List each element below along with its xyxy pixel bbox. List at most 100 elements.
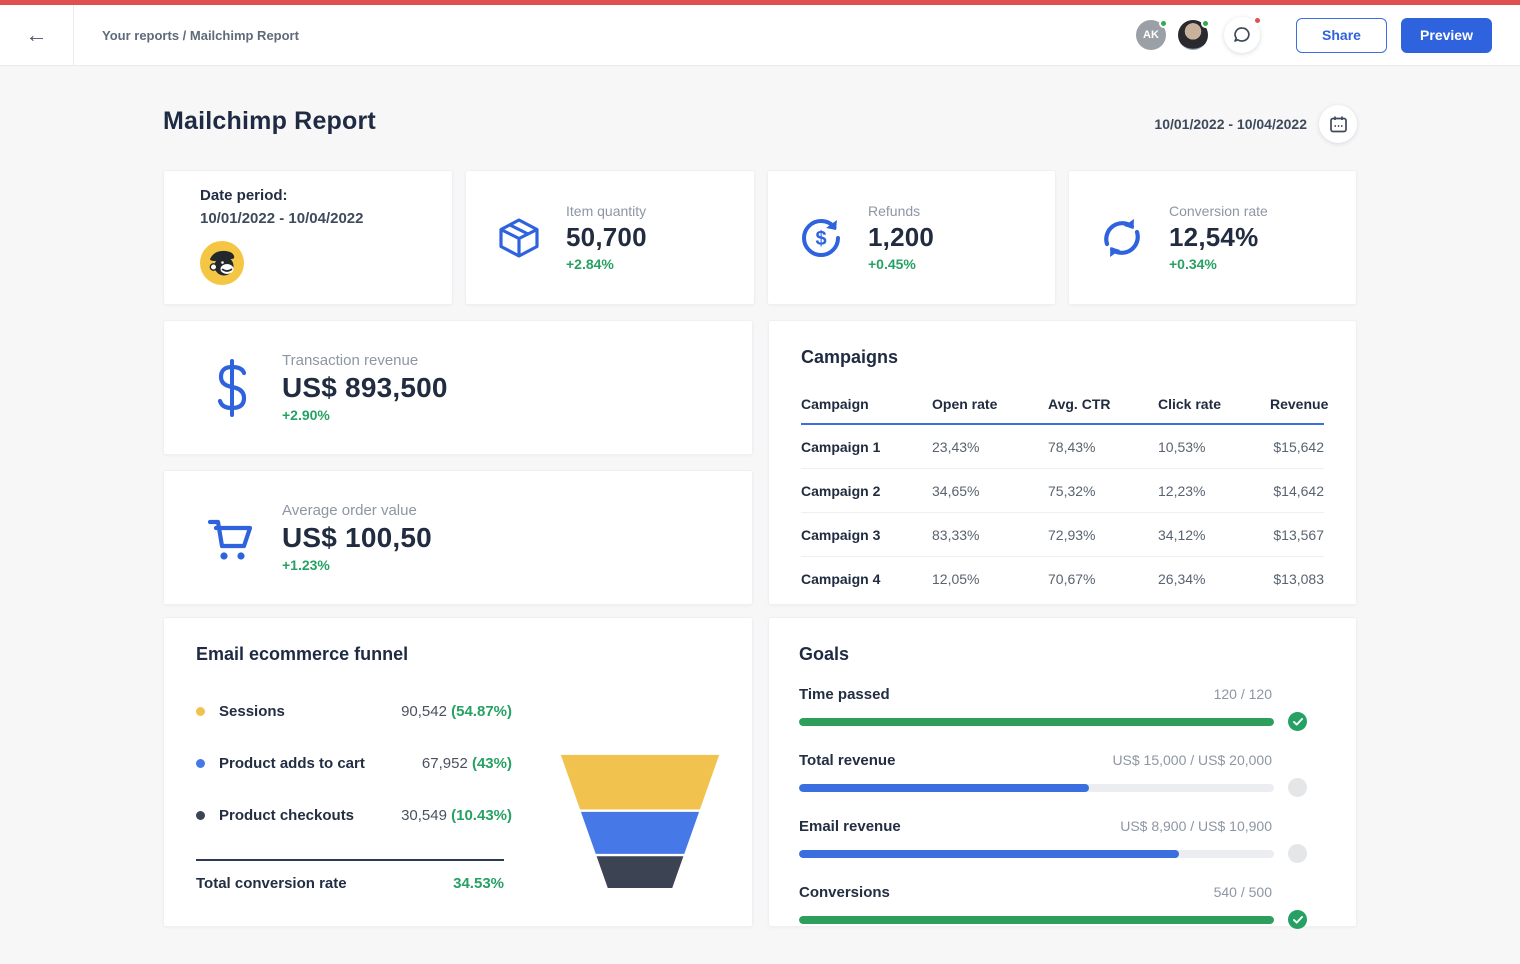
avg-ctr-value: 72,93% bbox=[1048, 513, 1158, 557]
kpi-value: 50,700 bbox=[566, 222, 647, 253]
progress-track bbox=[799, 850, 1274, 858]
share-button[interactable]: Share bbox=[1296, 18, 1387, 53]
funnel-segment-adds-to-cart[interactable] bbox=[581, 812, 699, 854]
revenue-value: $13,567 bbox=[1270, 513, 1324, 557]
goal-value: US$ 8,900 / US$ 10,900 bbox=[1120, 818, 1272, 834]
funnel-segment-sessions[interactable] bbox=[561, 755, 719, 810]
table-row[interactable]: Campaign 3 83,33% 72,93% 34,12% $13,567 bbox=[801, 513, 1324, 557]
date-period-card: Date period: 10/01/2022 - 10/04/2022 bbox=[163, 170, 453, 305]
campaigns-title: Campaigns bbox=[801, 347, 1324, 368]
goal-label: Conversions bbox=[799, 884, 890, 901]
chat-button[interactable] bbox=[1224, 17, 1260, 53]
avatar-initials-text: AK bbox=[1143, 29, 1159, 41]
goals-title: Goals bbox=[799, 644, 1324, 665]
kpi-value: 1,200 bbox=[868, 222, 934, 253]
click-rate-value: 26,34% bbox=[1158, 557, 1270, 601]
total-divider bbox=[196, 859, 504, 861]
kpi-delta: +2.84% bbox=[566, 256, 647, 272]
date-range-text: 10/01/2022 - 10/04/2022 bbox=[1154, 116, 1307, 132]
avg-ctr-value: 70,67% bbox=[1048, 557, 1158, 601]
kpi-value: US$ 893,500 bbox=[282, 372, 448, 404]
column-header-click-rate[interactable]: Click rate bbox=[1158, 386, 1270, 424]
progress-fill bbox=[799, 784, 1089, 792]
refund-icon: $ bbox=[796, 214, 846, 262]
progress-track bbox=[799, 718, 1274, 726]
sessions-dot-icon bbox=[196, 707, 205, 716]
column-header-campaign[interactable]: Campaign bbox=[801, 386, 932, 424]
goal-label: Total revenue bbox=[799, 752, 895, 769]
adds-to-cart-dot-icon bbox=[196, 759, 205, 768]
column-header-avg-ctr[interactable]: Avg. CTR bbox=[1048, 386, 1158, 424]
list-item: Product adds to cart 67,952 (43%) bbox=[196, 755, 512, 772]
open-rate-value: 34,65% bbox=[932, 469, 1048, 513]
table-row[interactable]: Campaign 4 12,05% 70,67% 26,34% $13,083 bbox=[801, 557, 1324, 601]
back-button[interactable]: ← bbox=[0, 5, 74, 65]
avatar-initials[interactable]: AK bbox=[1136, 20, 1166, 50]
progress-fill bbox=[799, 718, 1274, 726]
open-rate-value: 23,43% bbox=[932, 424, 1048, 469]
funnel-chart bbox=[560, 737, 720, 909]
legend-value: 90,542 (54.87%) bbox=[401, 703, 512, 720]
revenue-value: $15,642 bbox=[1270, 424, 1324, 469]
column-header-revenue[interactable]: Revenue bbox=[1270, 386, 1324, 424]
column-header-open-rate[interactable]: Open rate bbox=[932, 386, 1048, 424]
transaction-revenue-card: Transaction revenue US$ 893,500 +2.90% bbox=[163, 320, 753, 455]
click-rate-value: 34,12% bbox=[1158, 513, 1270, 557]
open-rate-value: 12,05% bbox=[932, 557, 1048, 601]
top-bar: ← Your reports / Mailchimp Report AK Sha… bbox=[0, 5, 1520, 66]
campaign-name: Campaign 3 bbox=[801, 513, 932, 557]
table-row[interactable]: Campaign 1 23,43% 78,43% 10,53% $15,642 bbox=[801, 424, 1324, 469]
list-item: Product checkouts 30,549 (10.43%) bbox=[196, 807, 512, 824]
goal-item: Time passed 120 / 120 bbox=[799, 686, 1324, 731]
goal-item: Email revenue US$ 8,900 / US$ 10,900 bbox=[799, 818, 1324, 863]
preview-button[interactable]: Preview bbox=[1401, 18, 1492, 53]
kpi-value: US$ 100,50 bbox=[282, 522, 432, 554]
kpi-label: Refunds bbox=[868, 203, 934, 219]
goal-label: Email revenue bbox=[799, 818, 901, 835]
package-icon bbox=[494, 214, 544, 262]
calendar-button[interactable] bbox=[1319, 105, 1357, 143]
goal-label: Time passed bbox=[799, 686, 890, 703]
progress-track bbox=[799, 916, 1274, 924]
click-rate-value: 12,23% bbox=[1158, 469, 1270, 513]
goal-check-icon bbox=[1288, 712, 1307, 731]
open-rate-value: 83,33% bbox=[932, 513, 1048, 557]
kpi-label: Conversion rate bbox=[1169, 203, 1268, 219]
breadcrumb: Your reports / Mailchimp Report bbox=[102, 28, 299, 43]
legend-value: 67,952 (43%) bbox=[422, 755, 512, 772]
avatar-photo[interactable] bbox=[1178, 20, 1208, 50]
click-rate-value: 10,53% bbox=[1158, 424, 1270, 469]
goal-pending-icon bbox=[1288, 778, 1307, 797]
kpi-label: Transaction revenue bbox=[282, 352, 448, 369]
progress-fill bbox=[799, 916, 1274, 924]
revenue-value: $14,642 bbox=[1270, 469, 1324, 513]
chat-bubble-icon bbox=[1232, 25, 1252, 45]
dollar-icon bbox=[204, 359, 260, 417]
goal-value: 540 / 500 bbox=[1214, 884, 1272, 900]
campaigns-card: Campaigns Campaign Open rate Avg. CTR Cl… bbox=[768, 320, 1357, 605]
legend-label: Product checkouts bbox=[219, 807, 354, 824]
legend-value: 30,549 (10.43%) bbox=[401, 807, 512, 824]
progress-track bbox=[799, 784, 1274, 792]
goal-item: Total revenue US$ 15,000 / US$ 20,000 bbox=[799, 752, 1324, 797]
top-accent-strip bbox=[0, 0, 1520, 5]
table-row[interactable]: Campaign 2 34,65% 75,32% 12,23% $14,642 bbox=[801, 469, 1324, 513]
date-period-value: 10/01/2022 - 10/04/2022 bbox=[200, 210, 452, 227]
conversion-rate-card: Conversion rate 12,54% +0.34% bbox=[1068, 170, 1357, 305]
kpi-delta: +0.45% bbox=[868, 256, 934, 272]
campaign-name: Campaign 1 bbox=[801, 424, 932, 469]
goal-value: US$ 15,000 / US$ 20,000 bbox=[1112, 752, 1272, 768]
kpi-delta: +2.90% bbox=[282, 407, 448, 423]
mailchimp-logo-icon bbox=[200, 241, 244, 285]
kpi-label: Item quantity bbox=[566, 203, 647, 219]
page-title: Mailchimp Report bbox=[163, 107, 376, 136]
goals-card: Goals Time passed 120 / 120 Total revenu… bbox=[768, 617, 1357, 927]
checkouts-dot-icon bbox=[196, 811, 205, 820]
total-conversion-label: Total conversion rate bbox=[196, 875, 347, 892]
online-dot bbox=[1201, 19, 1210, 28]
kpi-delta: +1.23% bbox=[282, 557, 432, 573]
goal-item: Conversions 540 / 500 bbox=[799, 884, 1324, 929]
funnel-segment-checkouts[interactable] bbox=[597, 856, 684, 888]
refunds-card: $ Refunds 1,200 +0.45% bbox=[767, 170, 1056, 305]
avg-ctr-value: 75,32% bbox=[1048, 469, 1158, 513]
